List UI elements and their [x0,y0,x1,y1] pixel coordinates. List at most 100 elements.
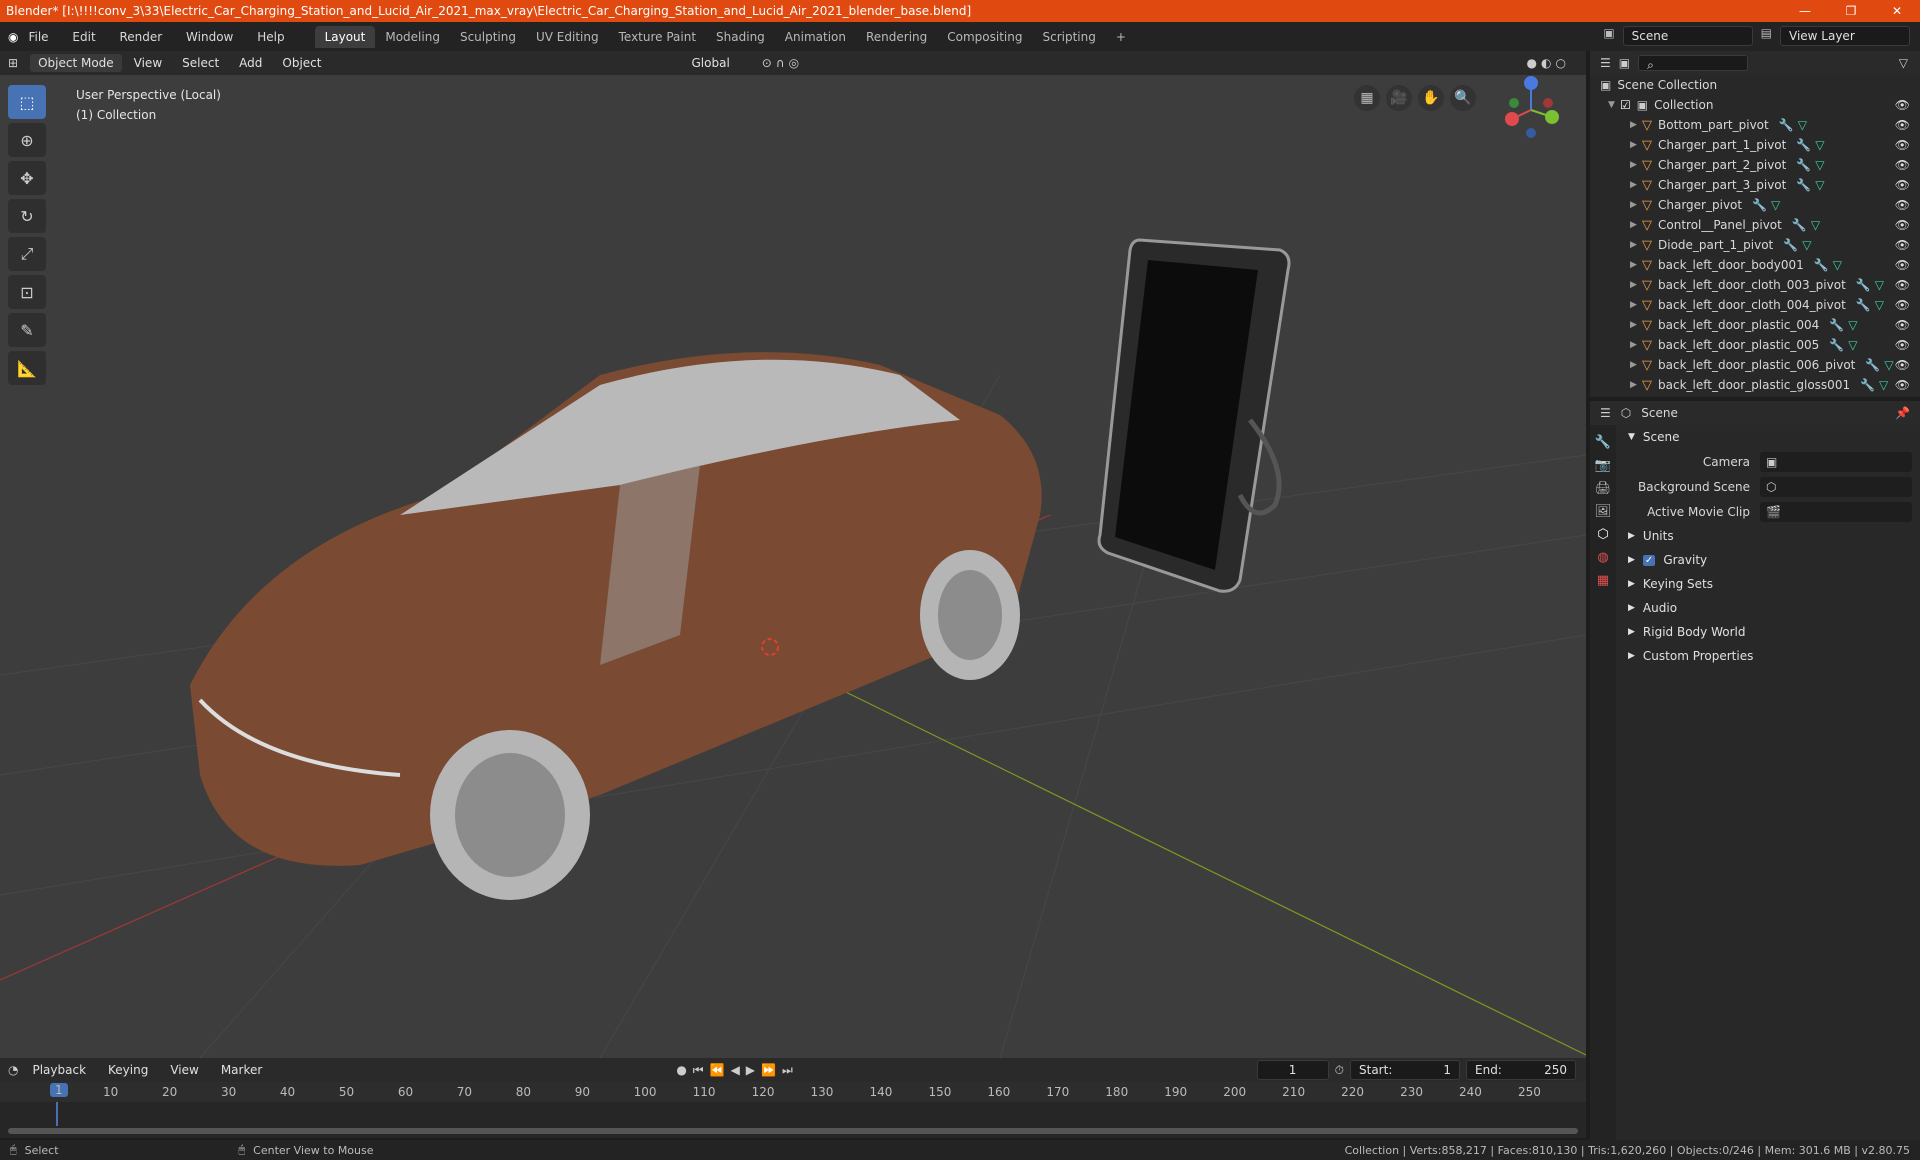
menu-edit[interactable]: Edit [72,30,95,44]
editor-type-icon[interactable]: ⊞ [8,56,18,70]
shading-solid-icon[interactable]: ● [1527,56,1537,70]
outliner-item[interactable]: ▶ ▽ Control__Panel_pivot 🔧 ▽ 👁 [1590,215,1920,235]
tab-shading[interactable]: Shading [706,26,775,48]
zoom-icon[interactable]: 🔍 [1450,85,1476,111]
tab-rendering[interactable]: Rendering [856,26,937,48]
properties-section[interactable]: ▶ Audio [1620,596,1920,620]
frame-ruler[interactable]: 1 10 20 30 40 50 60 70 80 90 100 110 120 130 140 150 160… [0,1082,1586,1102]
expand-triangle-icon[interactable]: ▶ [1630,360,1642,370]
mesh-data-icon[interactable]: ▽ [1879,378,1888,392]
expand-triangle-icon[interactable]: ▶ [1630,260,1642,270]
maximize-button[interactable]: ❐ [1828,0,1874,22]
select-menu[interactable]: Select [174,54,227,72]
modifier-wrench-icon[interactable]: 🔧 [1796,178,1811,192]
expand-triangle-icon[interactable]: ▶ [1630,300,1642,310]
eye-icon[interactable]: 👁 [1895,358,1910,372]
cursor-tool-icon[interactable]: ⊕ [8,123,46,157]
mesh-data-icon[interactable]: ▽ [1848,338,1857,352]
outliner-item[interactable]: ▶ ▽ back_left_door_body001 🔧 ▽ 👁 [1590,255,1920,275]
pan-hand-icon[interactable]: ✋ [1418,85,1444,111]
scale-tool-icon[interactable]: ⤢ [8,237,46,271]
shading-rendered-icon[interactable]: ○ [1556,56,1566,70]
marker-menu[interactable]: Marker [213,1061,270,1079]
eye-icon[interactable]: 👁 [1895,198,1910,212]
transform-tool-icon[interactable]: ⊡ [8,275,46,309]
pin-icon[interactable]: 📌 [1895,406,1910,420]
scene-selector-icon[interactable]: ▣ [1603,26,1614,46]
collection-row[interactable]: ▼ ☑ ▣ Collection 👁 [1590,95,1920,115]
outliner-item[interactable]: ▶ ▽ Bottom_part_pivot 🔧 ▽ 👁 [1590,115,1920,135]
modifier-wrench-icon[interactable]: 🔧 [1856,298,1871,312]
timeline[interactable]: 1 10 20 30 40 50 60 70 80 90 100 110 120 130 140 150 160… [0,1082,1586,1138]
tab-layout[interactable]: Layout [314,25,376,48]
expand-triangle-icon[interactable]: ▶ [1630,120,1642,130]
object-menu[interactable]: Object [274,54,329,72]
eye-icon[interactable]: 👁 [1895,338,1910,352]
tab-sculpting[interactable]: Sculpting [450,26,526,48]
eye-icon[interactable]: 👁 [1895,138,1910,152]
proportional-icon[interactable]: ◎ [789,56,799,70]
mesh-data-icon[interactable]: ▽ [1811,218,1820,232]
scene-panel-header[interactable]: ▼ Scene [1620,425,1920,449]
jump-start-icon[interactable]: ⏮ [693,1063,704,1078]
tab-scripting[interactable]: Scripting [1032,26,1105,48]
scene-field[interactable]: Scene [1622,26,1753,46]
expand-triangle-icon[interactable]: ▶ [1630,340,1642,350]
movie-clip-field[interactable]: 🎬 [1760,501,1912,522]
filter-icon[interactable]: ▽ [1899,56,1908,70]
expand-triangle-icon[interactable]: ▶ [1630,320,1642,330]
orientation-dropdown[interactable]: Global [684,54,738,72]
eye-icon[interactable]: 👁 [1895,298,1910,312]
timeline-scrollbar[interactable] [8,1128,1578,1134]
outliner-item[interactable]: ▶ ▽ Charger_pivot 🔧 ▽ 👁 [1590,195,1920,215]
timeline-view-menu[interactable]: View [162,1061,206,1079]
outliner-search-input[interactable]: ⌕ [1638,55,1749,72]
outliner-item[interactable]: ▶ ▽ back_left_door_plastic_004 🔧 ▽ 👁 [1590,315,1920,335]
properties-editor-icon[interactable]: ☰ [1600,406,1611,420]
grid-view-icon[interactable]: ▦ [1354,85,1380,111]
eye-icon[interactable]: 👁 [1895,178,1910,192]
expand-triangle-icon[interactable]: ▶ [1630,280,1642,290]
mesh-data-icon[interactable]: ▽ [1875,278,1884,292]
mesh-data-icon[interactable]: ▽ [1802,238,1811,252]
menu-window[interactable]: Window [186,30,233,44]
properties-section[interactable]: ▶ Rigid Body World [1620,620,1920,644]
tab-uv-editing[interactable]: UV Editing [526,26,609,48]
mesh-data-icon[interactable]: ▽ [1815,138,1824,152]
3d-viewport[interactable]: ⬚ ⊕ ✥ ↻ ⤢ ⊡ ✎ 📐 User Perspective (Local)… [0,75,1586,1058]
background-scene-field[interactable]: ⬡ [1760,476,1912,497]
checkbox-icon[interactable]: ☑ [1620,98,1631,112]
magnet-icon[interactable]: ∩ [776,56,785,70]
modifier-wrench-icon[interactable]: 🔧 [1856,278,1871,292]
modifier-wrench-icon[interactable]: 🔧 [1796,138,1811,152]
modifier-wrench-icon[interactable]: 🔧 [1829,338,1844,352]
play-reverse-icon[interactable]: ◀ [731,1063,740,1077]
record-icon[interactable]: ● [676,1063,686,1077]
expand-triangle-icon[interactable]: ▶ [1630,160,1642,170]
view-menu[interactable]: View [126,54,170,72]
eye-icon[interactable]: 👁 [1895,278,1910,292]
play-icon[interactable]: ▶ [746,1063,755,1077]
mesh-data-icon[interactable]: ▽ [1833,258,1842,272]
camera-field[interactable]: ▣ [1760,451,1912,472]
tab-animation[interactable]: Animation [775,26,856,48]
view-layer-field[interactable]: View Layer [1780,26,1910,46]
prev-key-icon[interactable]: ⏪ [710,1063,725,1077]
outliner-item[interactable]: ▶ ▽ back_left_door_cloth_003_pivot 🔧 ▽ 👁 [1590,275,1920,295]
modifier-wrench-icon[interactable]: 🔧 [1865,358,1880,372]
menu-file[interactable]: File [28,30,48,44]
eye-icon[interactable]: 👁 [1895,118,1910,132]
outliner-item[interactable]: ▶ ▽ back_left_door_plastic_gloss001 🔧 ▽ 👁 [1590,375,1920,395]
properties-section[interactable]: ▶ Units [1620,524,1920,548]
outliner-item[interactable]: ▶ ▽ Diode_part_1_pivot 🔧 ▽ 👁 [1590,235,1920,255]
modifier-wrench-icon[interactable]: 🔧 [1829,318,1844,332]
view-layer-tab-icon[interactable]: 🖼 [1595,504,1612,519]
mesh-data-icon[interactable]: ▽ [1815,158,1824,172]
tab-texture-paint[interactable]: Texture Paint [609,26,706,48]
end-frame-field[interactable]: End: 250 [1466,1060,1576,1080]
properties-section[interactable]: ▶ ✓ Gravity [1620,548,1920,572]
texture-tab-icon[interactable]: ▦ [1597,573,1609,588]
start-frame-field[interactable]: Start: 1 [1350,1060,1460,1080]
eye-icon[interactable]: 👁 [1895,318,1910,332]
eye-icon[interactable]: 👁 [1895,238,1910,252]
